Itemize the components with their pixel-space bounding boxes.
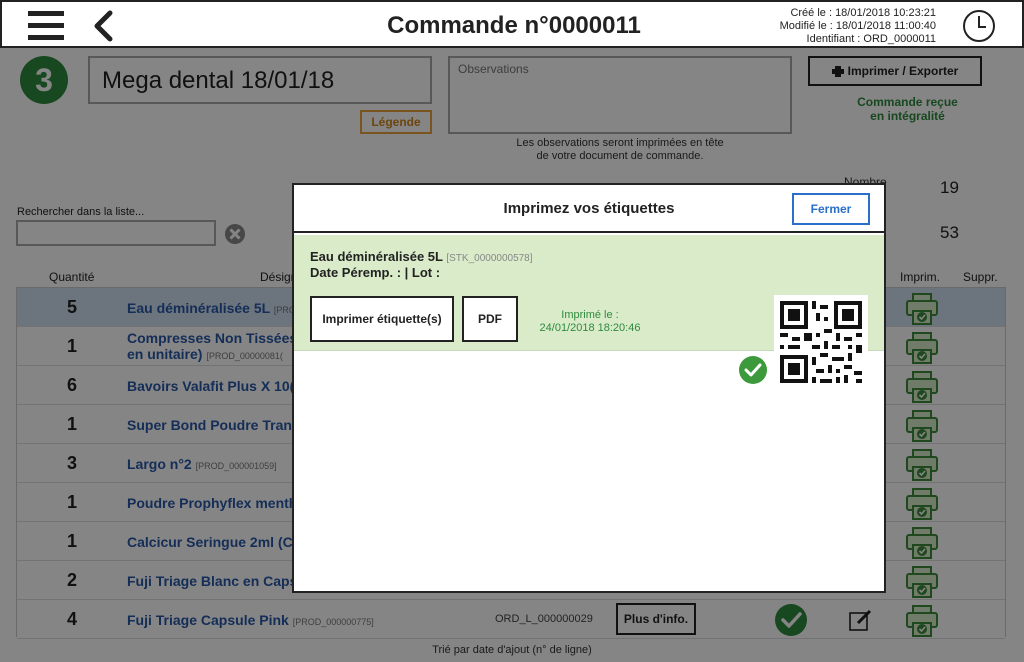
back-arrow-icon[interactable] [92, 10, 114, 42]
qr-code [774, 295, 868, 389]
printed-date: 24/01/2018 18:20:46 [539, 322, 641, 334]
label-product-name: Eau déminéralisée 5L [310, 249, 443, 264]
modal-header: Imprimez vos étiquettes Fermer [294, 185, 884, 233]
top-bar: Commande n°0000011 Créé le : 18/01/2018 … [0, 0, 1024, 48]
menu-icon[interactable] [28, 11, 64, 41]
modified-date: Modifié le : 18/01/2018 11:00:40 [779, 20, 936, 32]
label-details: Date Péremp. : | Lot : [310, 265, 441, 280]
printed-info: Imprimé le : 24/01/2018 18:20:46 [530, 309, 650, 335]
label-product-ref: [STK_0000000578] [446, 253, 533, 264]
close-button[interactable]: Fermer [792, 193, 870, 225]
label-product: Eau déminéralisée 5L [STK_0000000578] [310, 249, 533, 264]
print-labels-modal: Imprimez vos étiquettes Fermer Eau démin… [292, 183, 886, 593]
printed-label: Imprimé le : [561, 309, 619, 321]
clock-icon[interactable] [962, 9, 996, 43]
check-icon [739, 356, 767, 384]
order-metadata: Créé le : 18/01/2018 10:23:21 Modifié le… [780, 7, 936, 46]
created-date: Créé le : 18/01/2018 10:23:21 [790, 7, 936, 19]
pdf-button[interactable]: PDF [462, 296, 518, 342]
print-label-button[interactable]: Imprimer étiquette(s) [310, 296, 454, 342]
order-identifier: Identifiant : ORD_0000011 [806, 33, 936, 45]
